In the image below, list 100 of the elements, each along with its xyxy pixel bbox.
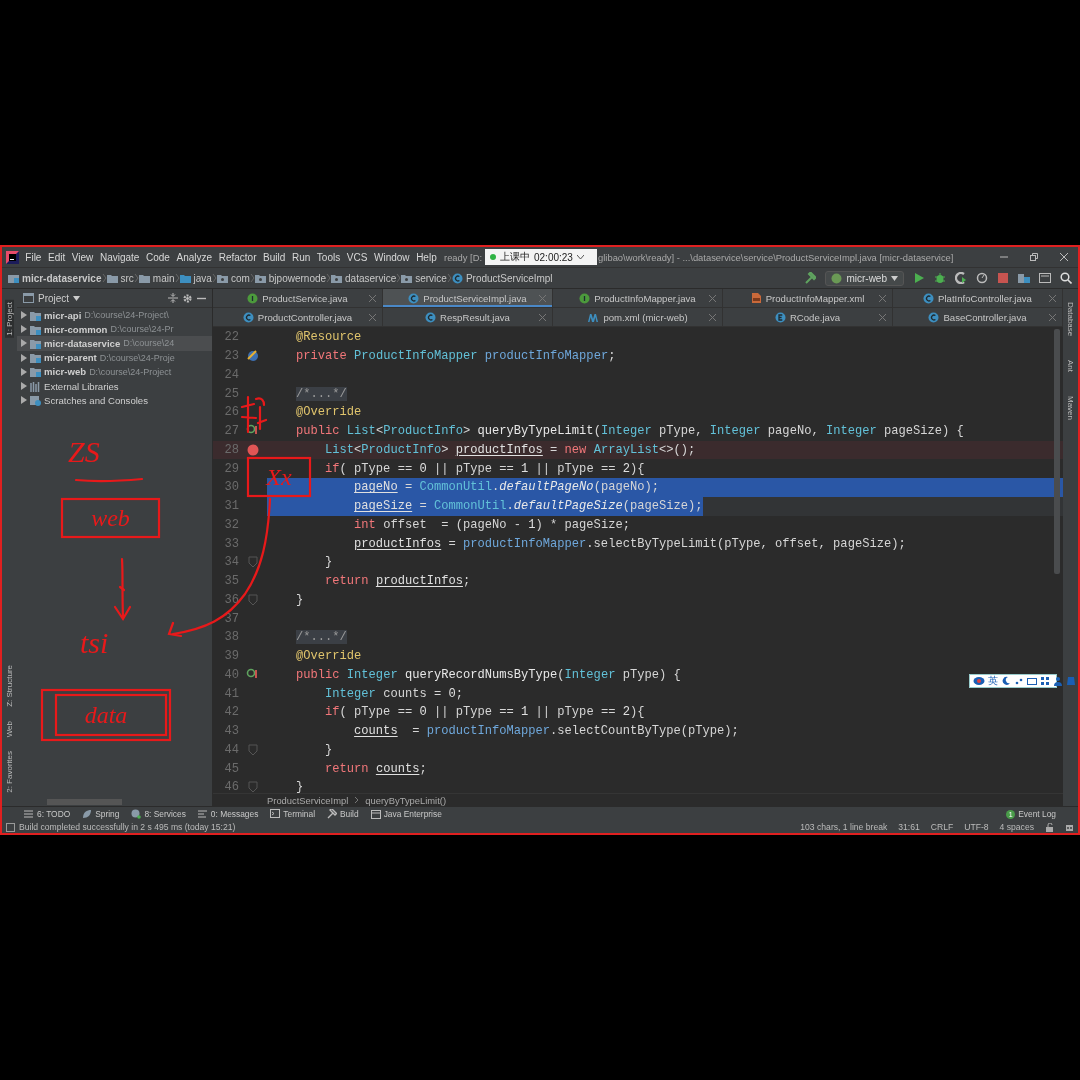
bean-icon[interactable]: [246, 349, 260, 364]
tool-window-tab[interactable]: Z: Structure: [5, 663, 14, 709]
panel-toggle-icon[interactable]: [6, 822, 15, 832]
menu-item[interactable]: Tools: [313, 251, 344, 263]
breadcrumb-item[interactable]: bjpowernode: [268, 272, 327, 284]
breadcrumb-item[interactable]: service: [415, 272, 447, 284]
breadcrumb-item[interactable]: ProductServiceImpl: [267, 794, 349, 806]
status-item[interactable]: 103 chars, 1 line break: [800, 822, 888, 832]
breadcrumb-item[interactable]: dataservice: [345, 272, 397, 284]
close-icon[interactable]: [539, 313, 546, 321]
editor-tab[interactable]: ProductServiceImpl.java: [383, 289, 553, 307]
close-icon[interactable]: [879, 294, 886, 302]
code-line: }: [295, 779, 304, 793]
tool-window-tab[interactable]: 1: Project: [5, 300, 14, 338]
menu-item[interactable]: VCS: [343, 251, 371, 263]
breadcrumb-item[interactable]: main: [152, 272, 175, 284]
tool-window-tab[interactable]: Maven: [1066, 394, 1075, 423]
close-icon[interactable]: [709, 294, 716, 302]
tool-window-button[interactable]: Java Enterprise: [370, 809, 442, 819]
editor-tab[interactable]: ProductInfoMapper.java: [553, 289, 723, 307]
terminal-icon: [270, 809, 281, 819]
breadcrumb-item[interactable]: ProductServiceImpl: [465, 272, 553, 284]
editor-tab[interactable]: RespResult.java: [383, 308, 553, 326]
close-icon[interactable]: [709, 313, 716, 321]
scrollbar-thumb[interactable]: [47, 799, 122, 805]
project-tree-item[interactable]: micr-dataservice D:\course\24: [17, 336, 212, 351]
lock-icon[interactable]: [1045, 822, 1054, 832]
chevron-icon: [174, 273, 180, 283]
bug-icon[interactable]: [934, 272, 946, 284]
menu-item[interactable]: View: [68, 251, 97, 263]
menu-item[interactable]: Run: [288, 251, 314, 263]
project-tree-item[interactable]: micr-web D:\course\24-Project: [17, 364, 212, 379]
panel-title[interactable]: Project: [38, 292, 70, 304]
close-icon[interactable]: [369, 313, 376, 321]
handwritten-note: ZS: [68, 435, 100, 468]
status-item[interactable]: CRLF: [930, 822, 954, 832]
project-tree-item[interactable]: External Libraries: [17, 378, 212, 394]
project-tree-item[interactable]: micr-parent D:\course\24-Proje: [17, 350, 212, 365]
line-number: 30: [223, 480, 239, 495]
menu-item[interactable]: Build: [259, 251, 289, 263]
editor-tab[interactable]: RCode.java: [723, 308, 893, 326]
tool-window-button[interactable]: Terminal: [270, 809, 315, 819]
tool-window-tab[interactable]: Web: [5, 718, 14, 740]
status-item[interactable]: 4 spaces: [999, 822, 1034, 832]
breadcrumb-item[interactable]: java: [193, 272, 212, 284]
caret-icon[interactable]: [576, 254, 584, 260]
status-item[interactable]: 31:61: [898, 822, 920, 832]
search-icon[interactable]: [1060, 272, 1072, 284]
breadcrumb-item[interactable]: micr-dataservice: [22, 272, 102, 284]
breadcrumb-item[interactable]: com: [230, 272, 250, 284]
tool-window-button[interactable]: 0: Messages: [197, 809, 259, 819]
close-icon[interactable]: [879, 313, 886, 321]
hammer-icon[interactable]: [804, 272, 817, 284]
editor-tab[interactable]: ProductInfoMapper.xml: [723, 289, 893, 307]
project-tree-item[interactable]: micr-common D:\course\24-Pr: [17, 322, 212, 337]
inspector-icon[interactable]: [1065, 822, 1074, 832]
tool-window-tab[interactable]: Ant: [1066, 358, 1075, 375]
menu-item[interactable]: Analyze: [173, 251, 216, 263]
scrollbar-thumb[interactable]: [1054, 329, 1060, 574]
tool-window-button[interactable]: 8: Services: [131, 809, 186, 819]
collapse-all-icon[interactable]: [168, 293, 178, 303]
close-icon[interactable]: [1049, 294, 1056, 302]
folder-icon: [106, 272, 118, 284]
run-configuration-dropdown[interactable]: micr-web: [825, 270, 904, 286]
menu-item[interactable]: Code: [142, 251, 174, 263]
restore-icon[interactable]: [1030, 253, 1038, 261]
menu-item[interactable]: Help: [412, 251, 440, 263]
breakpoint-icon[interactable]: [246, 442, 260, 457]
settings-icon[interactable]: [182, 292, 193, 304]
tool-window-button[interactable]: Build: [327, 809, 359, 819]
tool-window-button[interactable]: Spring: [82, 809, 120, 819]
app-logo-icon: [6, 250, 19, 264]
status-item[interactable]: UTF-8: [964, 822, 989, 832]
menu-item[interactable]: Window: [370, 251, 413, 263]
close-icon[interactable]: [1060, 253, 1068, 261]
tool-window-tab[interactable]: Database: [1066, 300, 1075, 339]
window-icon[interactable]: [1039, 272, 1051, 284]
project-tree-item[interactable]: Scratches and Consoles: [17, 393, 212, 408]
breadcrumb-item[interactable]: src: [120, 272, 134, 284]
editor-tab[interactable]: ProductController.java: [213, 308, 383, 326]
minimize-icon[interactable]: [1000, 253, 1008, 261]
tool-window-tab[interactable]: 2: Favorites: [5, 749, 14, 795]
close-icon[interactable]: [369, 294, 376, 302]
coverage-icon[interactable]: [955, 272, 967, 284]
profiler-icon[interactable]: [976, 272, 988, 284]
line-number: 26: [223, 405, 239, 420]
editor-tab[interactable]: pom.xml (micr-web): [553, 308, 723, 326]
menu-item[interactable]: File: [22, 251, 45, 263]
breadcrumb-item[interactable]: queryByTypeLimit(): [365, 794, 447, 806]
stop-icon[interactable]: [997, 272, 1009, 284]
run-icon[interactable]: [913, 272, 925, 284]
project-structure-icon[interactable]: [1018, 272, 1030, 284]
caret-icon[interactable]: [73, 295, 81, 301]
close-icon[interactable]: [1049, 313, 1056, 321]
menu-item[interactable]: Refactor: [215, 251, 260, 263]
code-line: return counts;: [324, 760, 427, 778]
menu-item[interactable]: Edit: [44, 251, 69, 263]
menu-item[interactable]: Navigate: [96, 251, 143, 263]
project-tree-item[interactable]: micr-api D:\course\24-Project\: [17, 308, 212, 323]
tool-window-button[interactable]: 6: TODO: [24, 809, 71, 819]
